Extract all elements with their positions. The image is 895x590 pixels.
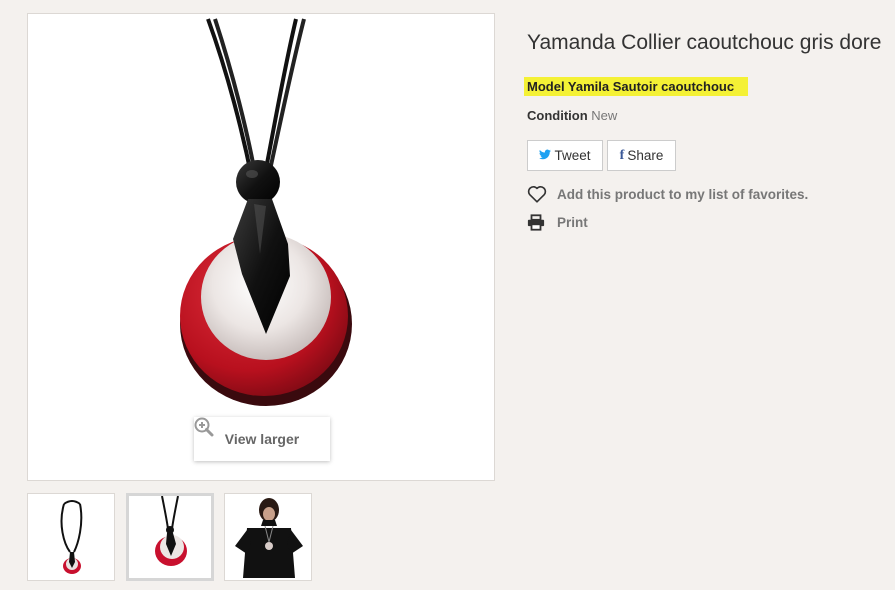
share-button[interactable]: f Share xyxy=(607,140,676,171)
favorites-label: Add this product to my list of favorites… xyxy=(557,186,809,202)
pendant-closeup-thumbnail-image xyxy=(155,496,187,566)
condition-value: New xyxy=(591,108,618,123)
product-title: Yamanda Collier caoutchouc gris dore xyxy=(527,31,882,54)
pendant-necklace-image xyxy=(180,18,352,406)
printer-icon xyxy=(527,212,547,232)
view-larger-label: View larger xyxy=(224,431,300,447)
product-condition: Condition New xyxy=(527,108,617,123)
facebook-icon: f xyxy=(619,147,625,163)
print-label: Print xyxy=(557,214,588,230)
share-label: Share xyxy=(627,148,664,163)
main-product-image[interactable]: View larger xyxy=(27,13,495,481)
tweet-label: Tweet xyxy=(554,148,591,163)
zoom-in-icon xyxy=(194,417,214,437)
tweet-button[interactable]: Tweet xyxy=(527,140,603,171)
print-link[interactable]: Print xyxy=(527,212,588,232)
twitter-bird-icon xyxy=(539,149,552,163)
add-to-favorites-link[interactable]: Add this product to my list of favorites… xyxy=(527,184,808,204)
condition-label: Condition xyxy=(527,108,588,123)
thumbnail-2[interactable] xyxy=(126,493,214,581)
thumbnail-3[interactable] xyxy=(224,493,312,581)
view-larger-button[interactable]: View larger xyxy=(194,417,330,461)
thumbnail-1[interactable] xyxy=(27,493,115,581)
necklace-full-thumbnail-image xyxy=(60,500,83,574)
product-model: Model Yamila Sautoir caoutchouc xyxy=(524,77,749,96)
model-wearing-thumbnail-image xyxy=(229,498,309,578)
heart-icon xyxy=(527,184,547,204)
